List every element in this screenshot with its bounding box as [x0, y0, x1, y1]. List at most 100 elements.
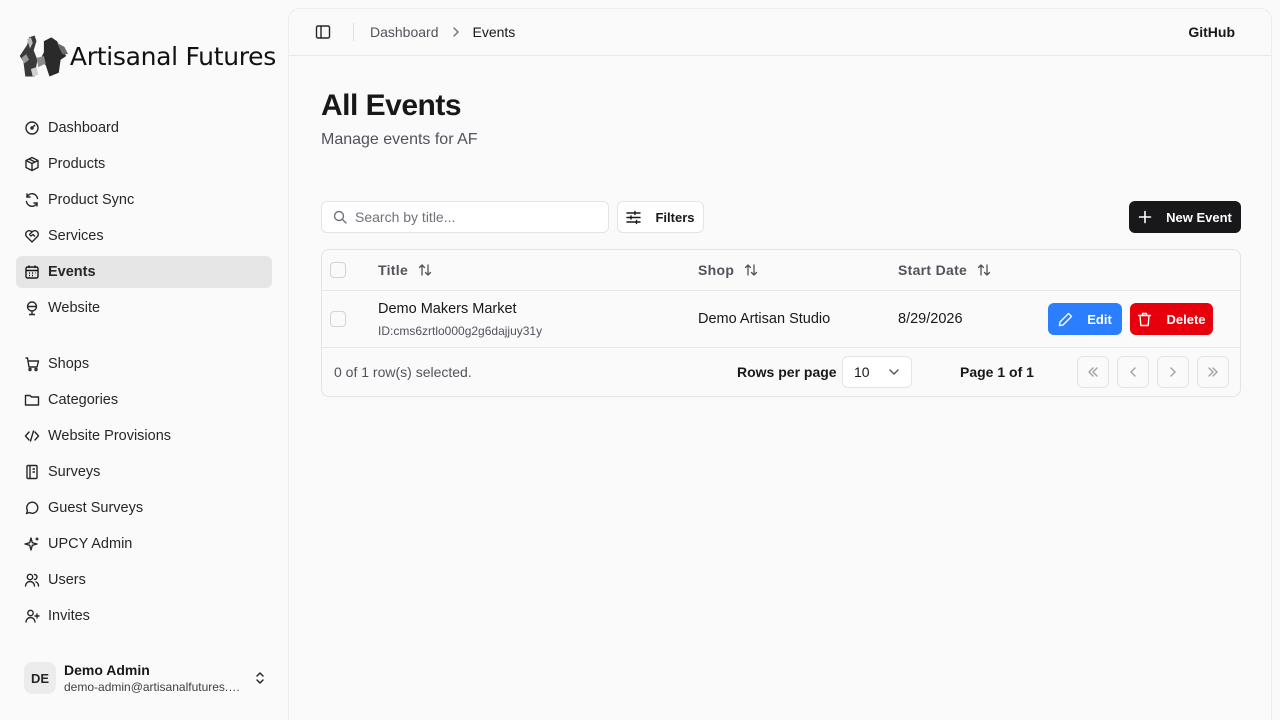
notebook-icon	[26, 464, 38, 480]
hands-logo-icon	[19, 35, 69, 77]
user-plus-icon	[25, 609, 40, 623]
sidebar-item-shops[interactable]: Shops	[16, 348, 272, 380]
sidebar-item-product-sync[interactable]: Product Sync	[16, 184, 272, 216]
previous-page-button[interactable]	[1117, 356, 1149, 388]
sidebar-item-products[interactable]: Products	[16, 148, 272, 180]
sidebar-item-label: Website Provisions	[48, 428, 172, 444]
rows-per-page-label: Rows per page	[737, 364, 837, 380]
sidebar-item-label: Website	[48, 300, 101, 316]
column-header-title[interactable]: Title	[378, 262, 432, 278]
sidebar-item-users[interactable]: Users	[16, 564, 272, 596]
breadcrumb-current: Events	[472, 24, 516, 40]
delete-label: Delete	[1166, 311, 1206, 327]
select-all-checkbox[interactable]	[330, 262, 346, 278]
topbar-divider	[353, 23, 354, 41]
sidebar-nav-primary: Dashboard Products Product Sync Services…	[16, 112, 272, 328]
globe-icon	[26, 301, 38, 316]
table-footer: 0 of 1 row(s) selected. Rows per page 10…	[322, 348, 1240, 396]
sort-icon	[418, 264, 432, 276]
column-header-label: Title	[378, 262, 409, 278]
sidebar-item-label: Events	[48, 264, 96, 280]
row-checkbox[interactable]	[330, 311, 346, 327]
search-input[interactable]	[355, 209, 595, 225]
sidebar-item-label: Categories	[48, 392, 119, 408]
sidebar-item-label: Dashboard	[48, 120, 119, 136]
search-box[interactable]	[321, 201, 609, 233]
sidebar-item-categories[interactable]: Categories	[16, 384, 272, 416]
column-header-shop[interactable]: Shop	[698, 262, 758, 278]
topbar: Dashboard Events GitHub	[289, 9, 1271, 56]
chevrons-right-icon	[1208, 367, 1218, 377]
chevron-right-icon	[452, 27, 459, 37]
gauge-icon	[25, 121, 39, 135]
brand-name: Artisanal Futures	[69, 41, 276, 71]
sidebar-item-label: Surveys	[48, 464, 101, 480]
users-icon	[24, 573, 40, 587]
github-link[interactable]: GitHub	[1188, 24, 1235, 40]
message-circle-icon	[25, 501, 39, 515]
breadcrumb-dashboard[interactable]: Dashboard	[370, 24, 439, 40]
cart-icon	[25, 357, 40, 372]
filters-label: Filters	[655, 209, 695, 225]
code-icon	[24, 430, 40, 442]
sidebar-item-upcy-admin[interactable]: UPCY Admin	[16, 528, 272, 560]
sidebar-item-label: Invites	[48, 608, 90, 624]
first-page-button[interactable]	[1077, 356, 1109, 388]
main-panel: Dashboard Events GitHub All Events Manag…	[288, 8, 1272, 720]
sidebar-toggle-icon[interactable]	[315, 24, 331, 40]
folder-icon	[24, 394, 40, 406]
column-header-start-date[interactable]: Start Date	[898, 262, 991, 278]
sidebar-item-label: Users	[48, 572, 86, 588]
user-menu[interactable]: DE Demo Admin demo-admin@artisanalfuture…	[16, 656, 272, 700]
event-id: ID:cms6zrtlo000g2g6dajjuy31y	[378, 324, 543, 338]
last-page-button[interactable]	[1197, 356, 1229, 388]
page-subtitle: Manage events for AF	[321, 131, 478, 148]
heart-handshake-icon	[25, 230, 39, 243]
filters-button[interactable]: Filters	[617, 201, 704, 233]
sidebar-item-invites[interactable]: Invites	[16, 600, 272, 632]
calendar-icon	[25, 265, 39, 279]
search-icon	[333, 210, 347, 224]
package-icon	[25, 156, 39, 172]
page-info: Page 1 of 1	[960, 364, 1034, 380]
page-title: All Events	[321, 89, 462, 122]
plus-icon	[1138, 210, 1152, 224]
edit-label: Edit	[1087, 311, 1112, 327]
sliders-icon	[626, 210, 642, 224]
chevron-left-icon	[1130, 367, 1136, 377]
sort-icon	[745, 264, 758, 276]
sidebar-item-events[interactable]: Events	[16, 256, 272, 288]
event-start-date: 8/29/2026	[898, 311, 963, 327]
user-name: Demo Admin	[64, 662, 150, 678]
chevron-right-icon	[1170, 367, 1176, 377]
column-header-label: Shop	[698, 262, 735, 278]
trash-icon	[1138, 312, 1152, 326]
sidebar-item-label: Guest Surveys	[48, 500, 144, 516]
new-event-label: New Event	[1166, 209, 1232, 225]
user-email: demo-admin@artisanalfutures.org	[64, 680, 242, 694]
sidebar-item-website[interactable]: Website	[16, 292, 272, 324]
sidebar-item-label: Services	[48, 228, 104, 244]
column-header-label: Start Date	[898, 262, 968, 278]
new-event-button[interactable]: New Event	[1129, 201, 1241, 233]
sidebar-item-guest-surveys[interactable]: Guest Surveys	[16, 492, 272, 524]
edit-button[interactable]: Edit	[1048, 303, 1122, 335]
delete-button[interactable]: Delete	[1130, 303, 1213, 335]
sidebar-item-services[interactable]: Services	[16, 220, 272, 252]
chevron-down-icon	[889, 369, 899, 375]
user-info: Demo Admin demo-admin@artisanalfutures.o…	[64, 662, 242, 694]
sidebar-item-dashboard[interactable]: Dashboard	[16, 112, 272, 144]
rows-per-page-select[interactable]: 10	[842, 356, 912, 388]
refresh-icon	[25, 193, 39, 207]
event-title: Demo Makers Market	[378, 301, 517, 317]
avatar: DE	[24, 662, 56, 694]
sort-icon	[977, 264, 991, 276]
pencil-icon	[1059, 312, 1073, 326]
sidebar-item-website-provisions[interactable]: Website Provisions	[16, 420, 272, 452]
sidebar-item-surveys[interactable]: Surveys	[16, 456, 272, 488]
next-page-button[interactable]	[1157, 356, 1189, 388]
brand-logo[interactable]: Artisanal Futures	[16, 30, 276, 82]
event-shop: Demo Artisan Studio	[698, 311, 831, 327]
table-header: Title Shop Start Date	[322, 250, 1240, 291]
sidebar: Artisanal Futures Dashboard Products Pro…	[0, 0, 288, 720]
